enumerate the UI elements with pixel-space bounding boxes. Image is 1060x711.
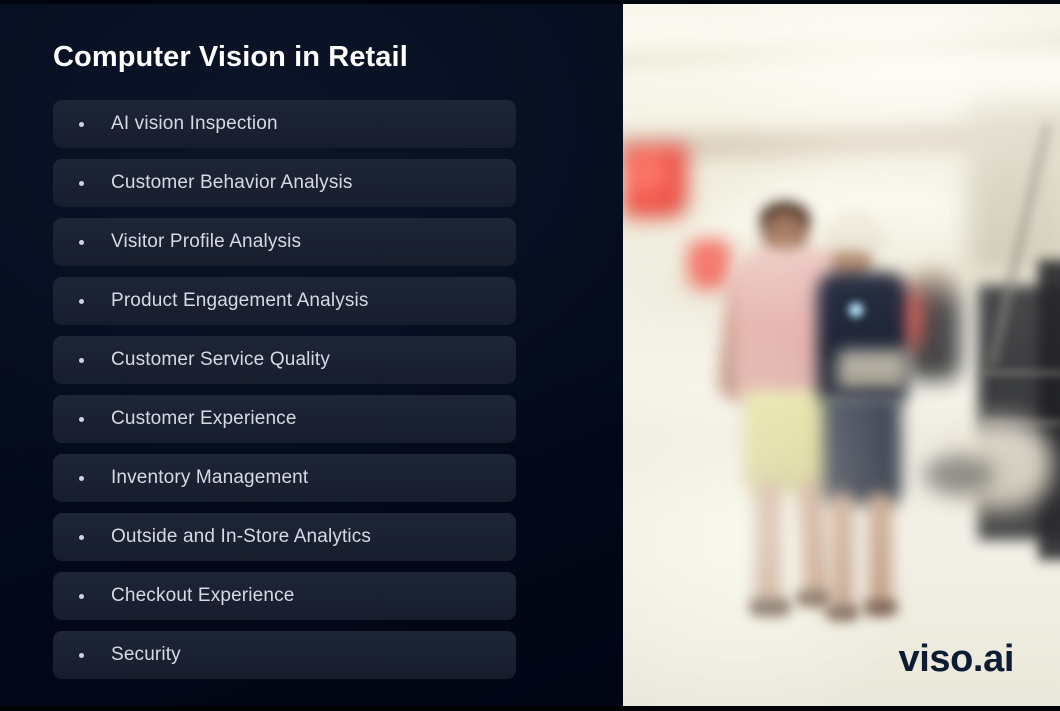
photo-shopper-hat-brim bbox=[821, 222, 889, 252]
slide-top-edge bbox=[0, 0, 1060, 4]
list-item[interactable]: Inventory Management bbox=[53, 454, 516, 502]
photo-shopper-pink-leg-left bbox=[755, 480, 781, 610]
photo-shopper-hat-shoe-right bbox=[863, 600, 897, 615]
bullet-icon bbox=[79, 357, 84, 363]
list-item-label: Customer Service Quality bbox=[111, 349, 331, 370]
list-item-label: Visitor Profile Analysis bbox=[111, 231, 302, 252]
list-item-label: Customer Experience bbox=[111, 408, 297, 429]
photo-shadow-blob bbox=[923, 455, 993, 495]
list-item[interactable]: Product Engagement Analysis bbox=[53, 277, 516, 325]
retail-photo bbox=[623, 0, 1060, 711]
left-content-panel: Computer Vision in Retail AI vision Insp… bbox=[0, 0, 623, 711]
bullet-icon bbox=[79, 593, 84, 599]
photo-shopper-hat-shoe-left bbox=[825, 605, 859, 620]
list-item[interactable]: Outside and In-Store Analytics bbox=[53, 513, 516, 561]
photo-red-decor-lower bbox=[687, 240, 731, 290]
list-item[interactable]: Customer Service Quality bbox=[53, 336, 516, 384]
photo-shopper-pink-shoe-left bbox=[749, 598, 791, 616]
list-item-label: Security bbox=[111, 644, 181, 665]
bullet-icon bbox=[79, 298, 84, 304]
list-item-label: AI vision Inspection bbox=[111, 113, 278, 134]
photo-red-decor-left bbox=[623, 145, 687, 217]
bullet-icon bbox=[79, 180, 84, 186]
bullet-icon bbox=[79, 534, 84, 540]
bullet-icon bbox=[79, 121, 84, 127]
list-item-label: Outside and In-Store Analytics bbox=[111, 526, 372, 547]
photo-shopper-pink-shoe-right bbox=[795, 590, 833, 606]
photo-shopper-badge-glow bbox=[848, 302, 864, 318]
list-item-label: Inventory Management bbox=[111, 467, 309, 488]
viso-ai-logo: viso.ai bbox=[898, 638, 1015, 680]
photo-shopper-bag bbox=[837, 350, 907, 390]
photo-shopper-grey-shorts bbox=[823, 395, 901, 505]
photo-display-rack-far bbox=[1038, 260, 1060, 560]
bullet-icon bbox=[79, 239, 84, 245]
photo-shopper-hat-leg-left bbox=[831, 492, 853, 617]
list-item[interactable]: Checkout Experience bbox=[53, 572, 516, 620]
list-item[interactable]: Customer Behavior Analysis bbox=[53, 159, 516, 207]
slide-bottom-edge bbox=[0, 706, 1060, 711]
list-item[interactable]: Customer Experience bbox=[53, 395, 516, 443]
list-item[interactable]: Security bbox=[53, 631, 516, 679]
list-item[interactable]: Visitor Profile Analysis bbox=[53, 218, 516, 266]
list-item-label: Checkout Experience bbox=[111, 585, 295, 606]
photo-rack-shelf bbox=[981, 370, 1060, 376]
feature-list: AI vision Inspection Customer Behavior A… bbox=[53, 100, 516, 679]
photo-shopper-hat-leg-right bbox=[869, 492, 891, 614]
bullet-icon bbox=[79, 416, 84, 422]
list-item-label: Customer Behavior Analysis bbox=[111, 172, 353, 193]
list-item[interactable]: AI vision Inspection bbox=[53, 100, 516, 148]
bullet-icon bbox=[79, 475, 84, 481]
page-title: Computer Vision in Retail bbox=[53, 41, 408, 73]
list-item-label: Product Engagement Analysis bbox=[111, 290, 369, 311]
bullet-icon bbox=[79, 652, 84, 658]
presentation-slide: Computer Vision in Retail AI vision Insp… bbox=[0, 0, 1060, 711]
